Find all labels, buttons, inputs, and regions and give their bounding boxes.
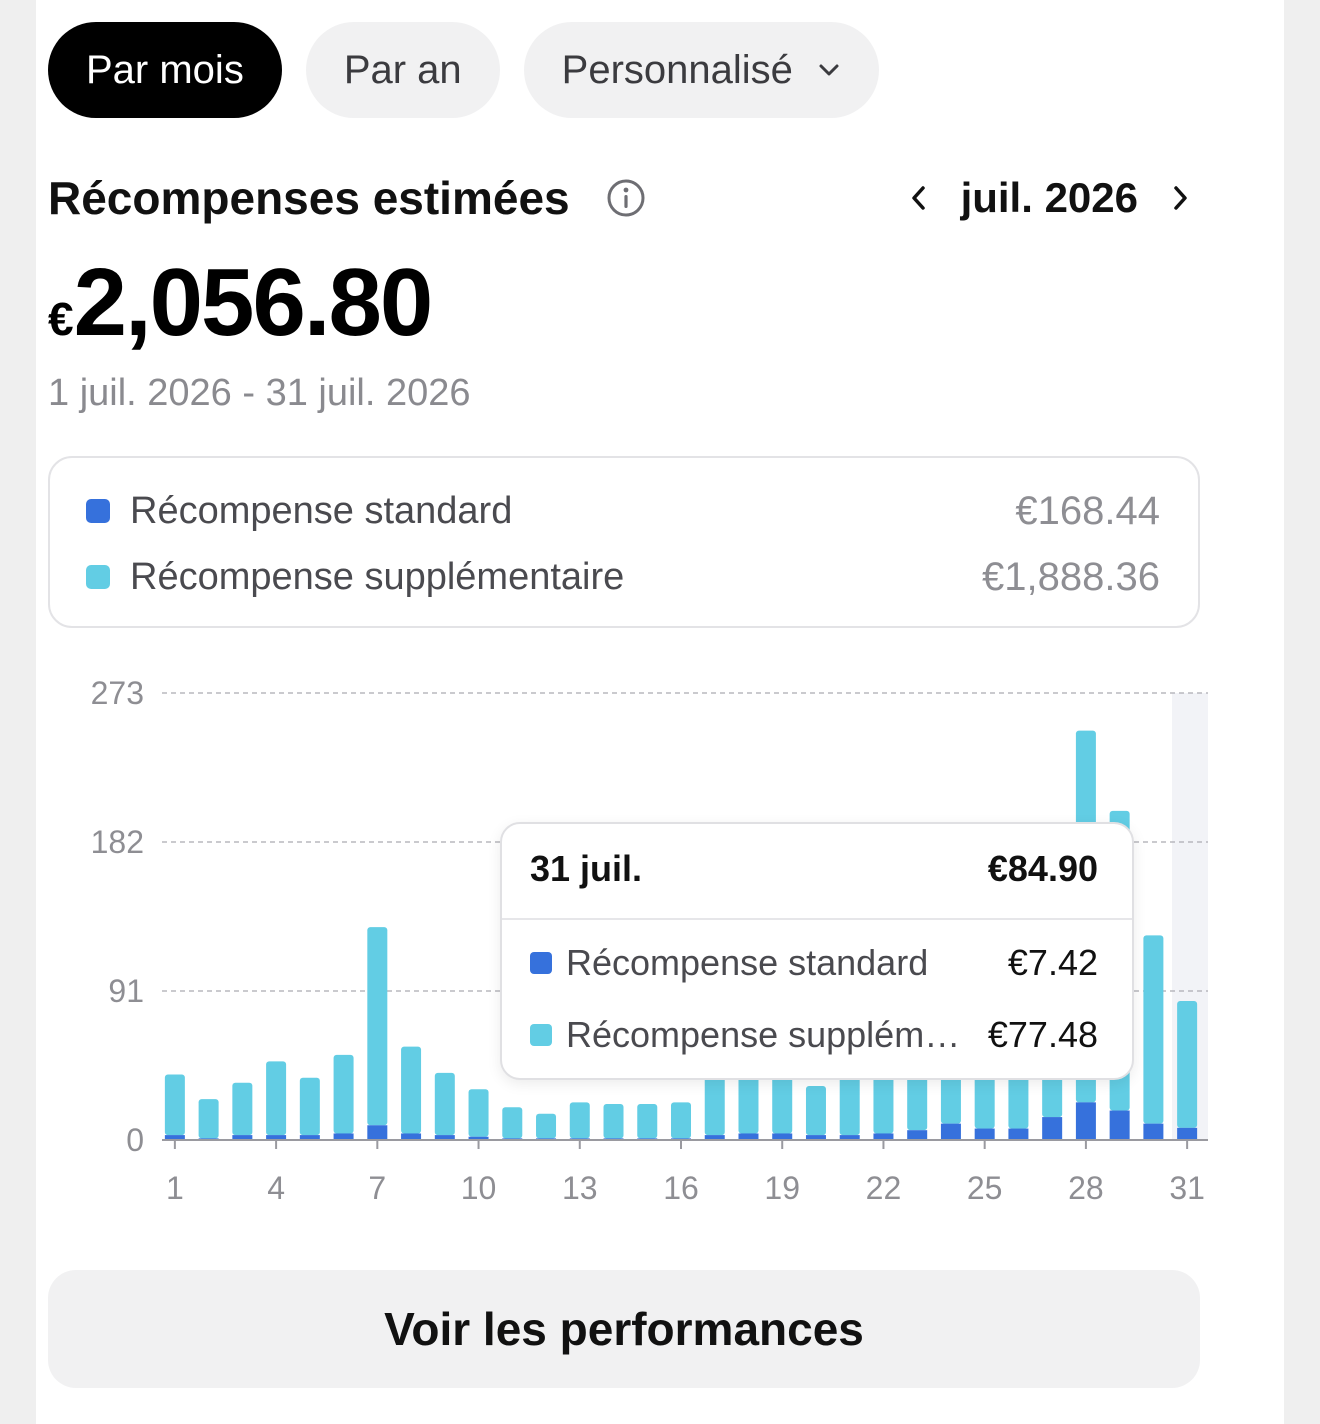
bar-extra bbox=[266, 1061, 287, 1136]
total-amount: €2,056.80 bbox=[48, 248, 433, 356]
bar-extra bbox=[232, 1082, 253, 1136]
x-tick-label: 1 bbox=[166, 1170, 184, 1206]
currency-symbol: € bbox=[48, 293, 74, 345]
tooltip-header: 31 juil. €84.90 bbox=[530, 844, 1098, 894]
tooltip-standard-swatch bbox=[530, 952, 552, 974]
bar-extra bbox=[502, 1107, 523, 1139]
bar-extra bbox=[333, 1054, 354, 1134]
legend-extra-swatch bbox=[86, 565, 110, 589]
tooltip-row-standard: Récompense standard €7.42 bbox=[530, 938, 1098, 988]
x-tick-label: 28 bbox=[1068, 1170, 1104, 1206]
bar-standard bbox=[940, 1123, 961, 1140]
y-tick-label: 0 bbox=[126, 1122, 144, 1158]
x-tick-label: 22 bbox=[866, 1170, 902, 1206]
x-tick-label: 10 bbox=[461, 1170, 497, 1206]
month-label: juil. 2026 bbox=[960, 174, 1138, 221]
view-performance-label: Voir les performances bbox=[384, 1303, 864, 1355]
period-tabs: Par mois Par an Personnalisé bbox=[48, 22, 879, 118]
tab-custom[interactable]: Personnalisé bbox=[523, 22, 879, 118]
info-icon[interactable] bbox=[606, 178, 646, 218]
x-tick-label: 31 bbox=[1169, 1170, 1205, 1206]
x-tick-label: 7 bbox=[368, 1170, 386, 1206]
tab-monthly-label: Par mois bbox=[86, 47, 244, 92]
legend-standard-swatch bbox=[86, 499, 110, 523]
period-range: 1 juil. 2026 - 31 juil. 2026 bbox=[48, 372, 471, 414]
bar-extra bbox=[299, 1077, 320, 1136]
bar-standard bbox=[1177, 1127, 1198, 1140]
page-title: Récompenses estimées bbox=[48, 172, 570, 224]
tooltip-extra-value: €77.48 bbox=[987, 1014, 1098, 1055]
legend-extra: Récompense supplémentaire €1,888.36 bbox=[86, 552, 1160, 602]
chart-tooltip: 31 juil. €84.90 Récompense standard €7.4… bbox=[500, 822, 1134, 1080]
tab-monthly[interactable]: Par mois bbox=[48, 22, 282, 118]
bar-standard bbox=[1143, 1123, 1164, 1140]
bar-extra bbox=[367, 927, 388, 1126]
bar-extra bbox=[536, 1113, 557, 1139]
tab-yearly-label: Par an bbox=[343, 47, 462, 92]
bar-extra bbox=[637, 1103, 658, 1139]
legend-extra-label: Récompense supplémentaire bbox=[130, 555, 625, 598]
x-tick-label: 4 bbox=[267, 1170, 285, 1206]
bar-extra bbox=[603, 1103, 624, 1139]
y-tick-label: 273 bbox=[91, 675, 144, 711]
bar-standard bbox=[1042, 1117, 1063, 1140]
bar-extra bbox=[401, 1046, 422, 1134]
legend-standard: Récompense standard €168.44 bbox=[86, 486, 1160, 536]
bar-standard bbox=[907, 1130, 928, 1140]
y-tick-label: 182 bbox=[91, 824, 144, 860]
bar-extra bbox=[468, 1089, 489, 1137]
bar-standard bbox=[1008, 1128, 1029, 1140]
tooltip-standard-label: Récompense standard bbox=[566, 942, 929, 983]
bar-extra bbox=[569, 1102, 590, 1139]
tooltip-date: 31 juil. bbox=[530, 848, 643, 889]
y-tick-label: 91 bbox=[108, 973, 144, 1009]
view-performance-button[interactable]: Voir les performances bbox=[48, 1270, 1200, 1388]
chevron-right-icon[interactable] bbox=[1160, 170, 1200, 226]
month-navigator: juil. 2026 bbox=[899, 170, 1200, 226]
legend-standard-value: €168.44 bbox=[1015, 488, 1160, 533]
bar-standard bbox=[367, 1125, 388, 1140]
tab-yearly[interactable]: Par an bbox=[305, 22, 500, 118]
bar-extra bbox=[1177, 1000, 1198, 1128]
bar-standard bbox=[1109, 1110, 1130, 1140]
bar-extra bbox=[772, 1072, 793, 1134]
tooltip-divider bbox=[502, 918, 1132, 920]
x-tick-label: 19 bbox=[764, 1170, 800, 1206]
x-tick-label: 16 bbox=[663, 1170, 699, 1206]
tooltip-standard-value: €7.42 bbox=[1007, 942, 1098, 983]
tooltip-total: €84.90 bbox=[987, 848, 1098, 889]
bar-extra bbox=[805, 1085, 826, 1136]
tab-custom-label: Personnalisé bbox=[561, 47, 793, 92]
tooltip-extra-swatch bbox=[530, 1024, 552, 1046]
x-tick-label: 25 bbox=[967, 1170, 1003, 1206]
bar-extra bbox=[671, 1102, 691, 1139]
legend-standard-label: Récompense standard bbox=[130, 489, 513, 532]
x-tick-label: 13 bbox=[562, 1170, 598, 1206]
legend-extra-value: €1,888.36 bbox=[982, 554, 1160, 599]
bar-standard bbox=[974, 1128, 995, 1140]
legend-summary: Récompense standard €168.44 Récompense s… bbox=[48, 456, 1200, 628]
bar-extra bbox=[164, 1074, 185, 1136]
bar-extra bbox=[1143, 935, 1164, 1124]
chevron-down-icon bbox=[817, 62, 841, 78]
title-row: Récompenses estimées juil. 2026 bbox=[48, 170, 1200, 230]
bar-extra bbox=[198, 1099, 219, 1139]
bar-standard bbox=[1075, 1102, 1096, 1140]
bar-extra bbox=[434, 1072, 455, 1136]
tooltip-row-extra: Récompense supplémentaire €77.48 bbox=[530, 1010, 1098, 1060]
amount-value: 2,056.80 bbox=[73, 249, 434, 356]
chevron-left-icon[interactable] bbox=[899, 170, 939, 226]
tooltip-extra-label: Récompense supplémentaire bbox=[566, 1014, 978, 1055]
